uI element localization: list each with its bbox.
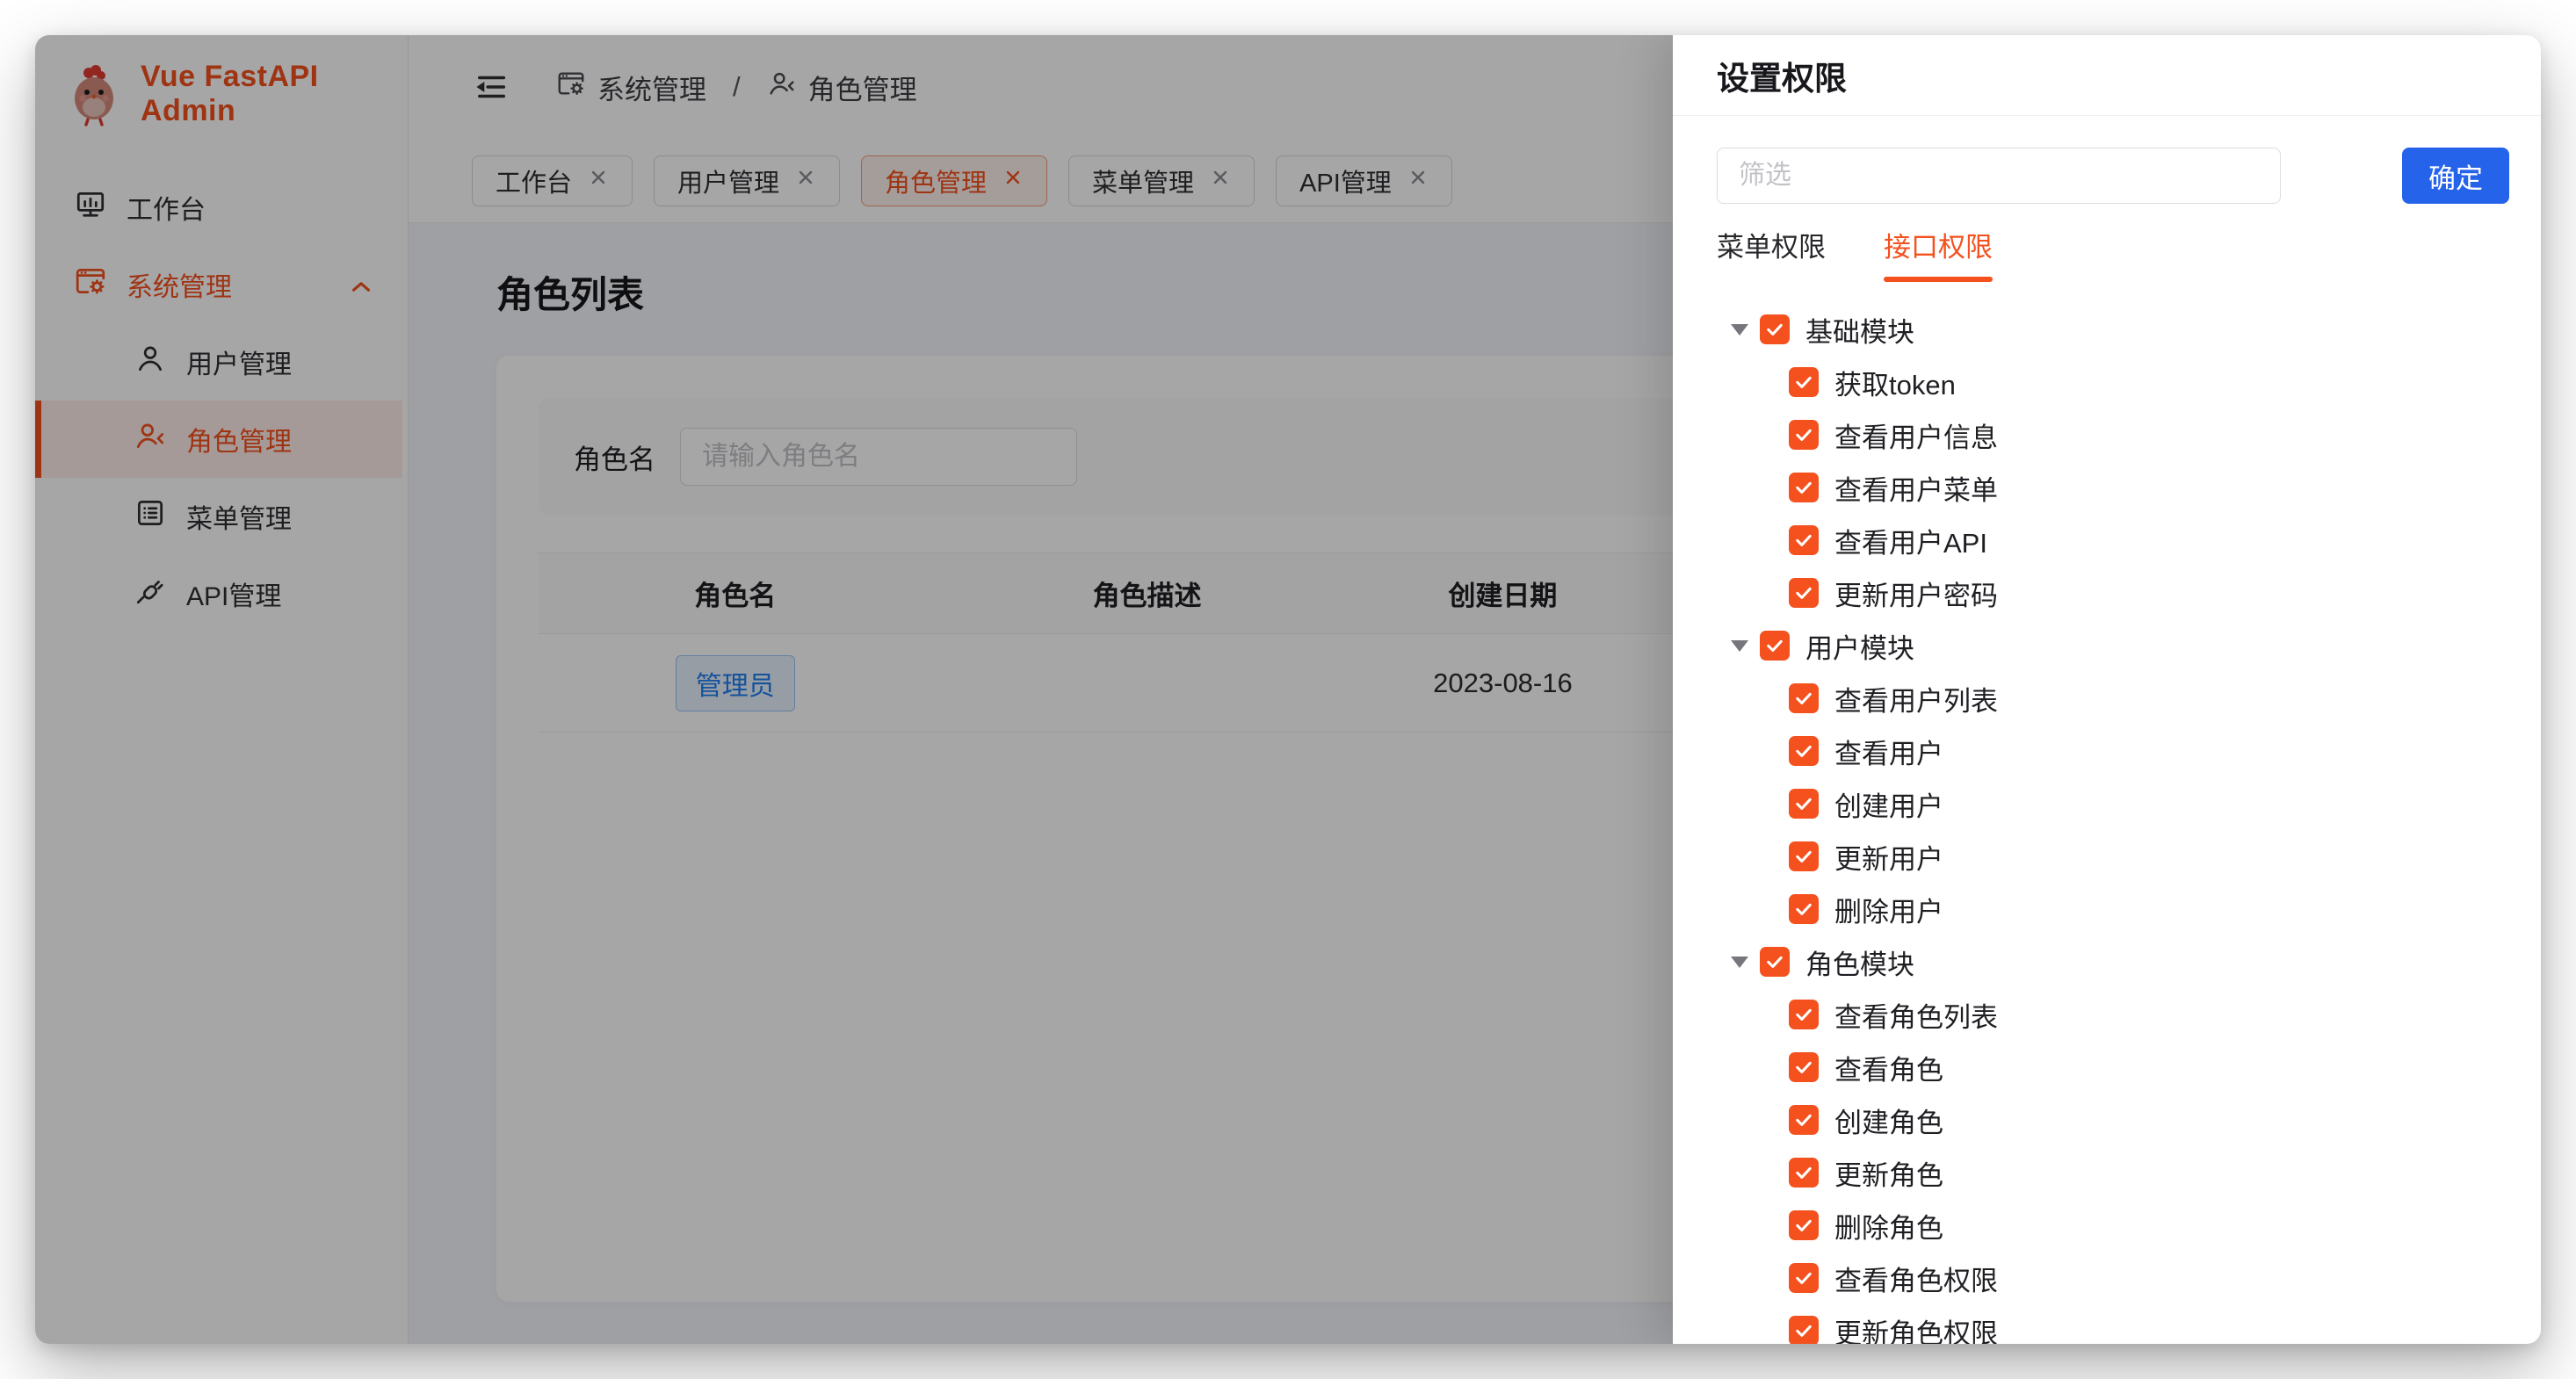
tree-node-label: 更新用户 [1834, 837, 1943, 877]
tree-node-label: 创建用户 [1834, 784, 1943, 824]
perm-tab-menu-perms[interactable]: 菜单权限 [1717, 225, 1826, 282]
tree-node[interactable]: 更新角色权限 [1717, 1304, 2509, 1344]
tree-node[interactable]: 更新角色 [1717, 1146, 2509, 1199]
tree-node-label: 更新角色 [1834, 1153, 1943, 1193]
tree-node-label: 查看角色 [1834, 1048, 1943, 1087]
tree-node-label: 查看用户API [1834, 521, 1987, 560]
permission-tabs: 菜单权限 接口权限 [1717, 225, 2509, 282]
app-window: Vue FastAPI Admin 工作台系统管理用户管理角色管理菜单管理API… [35, 35, 2541, 1344]
tree-node[interactable]: 查看角色列表 [1717, 988, 2509, 1041]
tree-node[interactable]: 角色模块 [1717, 935, 2509, 988]
checkbox-checked[interactable] [1760, 314, 1790, 344]
tree-node-label: 用户模块 [1805, 626, 1914, 666]
permission-tree: 基础模块获取token 查看用户信息查看用户菜单查看用户API 更新用户密码用户模块… [1717, 303, 2509, 1344]
checkbox-checked[interactable] [1789, 1105, 1819, 1135]
tree-node[interactable]: 查看用户API [1717, 514, 2509, 567]
tree-node-label: 更新用户密码 [1834, 574, 1998, 613]
tree-node[interactable]: 更新用户 [1717, 830, 2509, 883]
checkbox-checked[interactable] [1789, 420, 1819, 450]
checkbox-checked[interactable] [1789, 1316, 1819, 1344]
tree-node[interactable]: 查看用户列表 [1717, 672, 2509, 725]
tree-node-label: 查看用户菜单 [1834, 468, 1998, 508]
checkbox-checked[interactable] [1789, 789, 1819, 819]
perm-tab-api-perms[interactable]: 接口权限 [1884, 225, 1993, 282]
tree-node-label: 查看用户信息 [1834, 415, 1998, 455]
checkbox-checked[interactable] [1760, 631, 1790, 661]
filter-input[interactable] [1717, 148, 2281, 204]
tree-expand-caret-icon[interactable] [1731, 640, 1760, 652]
checkbox-checked[interactable] [1789, 1210, 1819, 1240]
checkbox-checked[interactable] [1789, 578, 1819, 608]
checkbox-checked[interactable] [1789, 841, 1819, 871]
tree-node[interactable]: 查看角色 [1717, 1041, 2509, 1094]
tree-expand-caret-icon[interactable] [1731, 957, 1760, 968]
tree-node-label: 删除角色 [1834, 1206, 1943, 1245]
tree-node[interactable]: 删除用户 [1717, 883, 2509, 935]
drawer-header: 设置权限 [1673, 35, 2541, 116]
checkbox-checked[interactable] [1789, 894, 1819, 924]
tree-node[interactable]: 查看角色权限 [1717, 1252, 2509, 1304]
tree-node[interactable]: 更新用户密码 [1717, 567, 2509, 619]
tree-node-label: 基础模块 [1805, 310, 1914, 350]
tree-node[interactable]: 基础模块 [1717, 303, 2509, 356]
tree-node-label: 查看用户列表 [1834, 679, 1998, 718]
tree-node-label: 查看用户 [1834, 732, 1943, 771]
tree-node-label: 更新角色权限 [1834, 1311, 1998, 1345]
tree-node[interactable]: 创建用户 [1717, 777, 2509, 830]
tree-node-label: 查看角色列表 [1834, 995, 1998, 1035]
tree-expand-caret-icon[interactable] [1731, 324, 1760, 336]
checkbox-checked[interactable] [1789, 736, 1819, 766]
drawer-title: 设置权限 [1717, 52, 1847, 99]
tree-node-label: 查看角色权限 [1834, 1259, 1998, 1298]
tree-node[interactable]: 查看用户信息 [1717, 408, 2509, 461]
checkbox-checked[interactable] [1760, 947, 1790, 977]
tree-node[interactable]: 查看用户 [1717, 725, 2509, 777]
tree-node-label: 角色模块 [1805, 942, 1914, 982]
checkbox-checked[interactable] [1789, 473, 1819, 502]
confirm-button[interactable]: 确定 [2402, 148, 2509, 204]
checkbox-checked[interactable] [1789, 683, 1819, 713]
tree-node[interactable]: 获取token [1717, 356, 2509, 408]
drawer-body: 确定 菜单权限 接口权限 基础模块获取token 查看用户信息查看用户菜单查看用户A… [1673, 116, 2541, 1344]
filter-row: 确定 [1717, 148, 2509, 204]
checkbox-checked[interactable] [1789, 367, 1819, 397]
checkbox-checked[interactable] [1789, 1158, 1819, 1188]
tree-node[interactable]: 删除角色 [1717, 1199, 2509, 1252]
tree-node[interactable]: 查看用户菜单 [1717, 461, 2509, 514]
permissions-drawer: 设置权限 确定 菜单权限接口权限 基础模块获取token查看用户信息查看用户菜单… [1673, 35, 2541, 1344]
checkbox-checked[interactable] [1789, 1052, 1819, 1082]
tree-node-label: 删除用户 [1834, 890, 1943, 929]
checkbox-checked[interactable] [1789, 1000, 1819, 1029]
checkbox-checked[interactable] [1789, 525, 1819, 555]
tree-node[interactable]: 用户模块 [1717, 619, 2509, 672]
tree-node[interactable]: 创建角色 [1717, 1094, 2509, 1146]
tree-node-label: 创建角色 [1834, 1101, 1943, 1140]
tree-node-label: 获取token [1834, 363, 1956, 402]
checkbox-checked[interactable] [1789, 1263, 1819, 1293]
